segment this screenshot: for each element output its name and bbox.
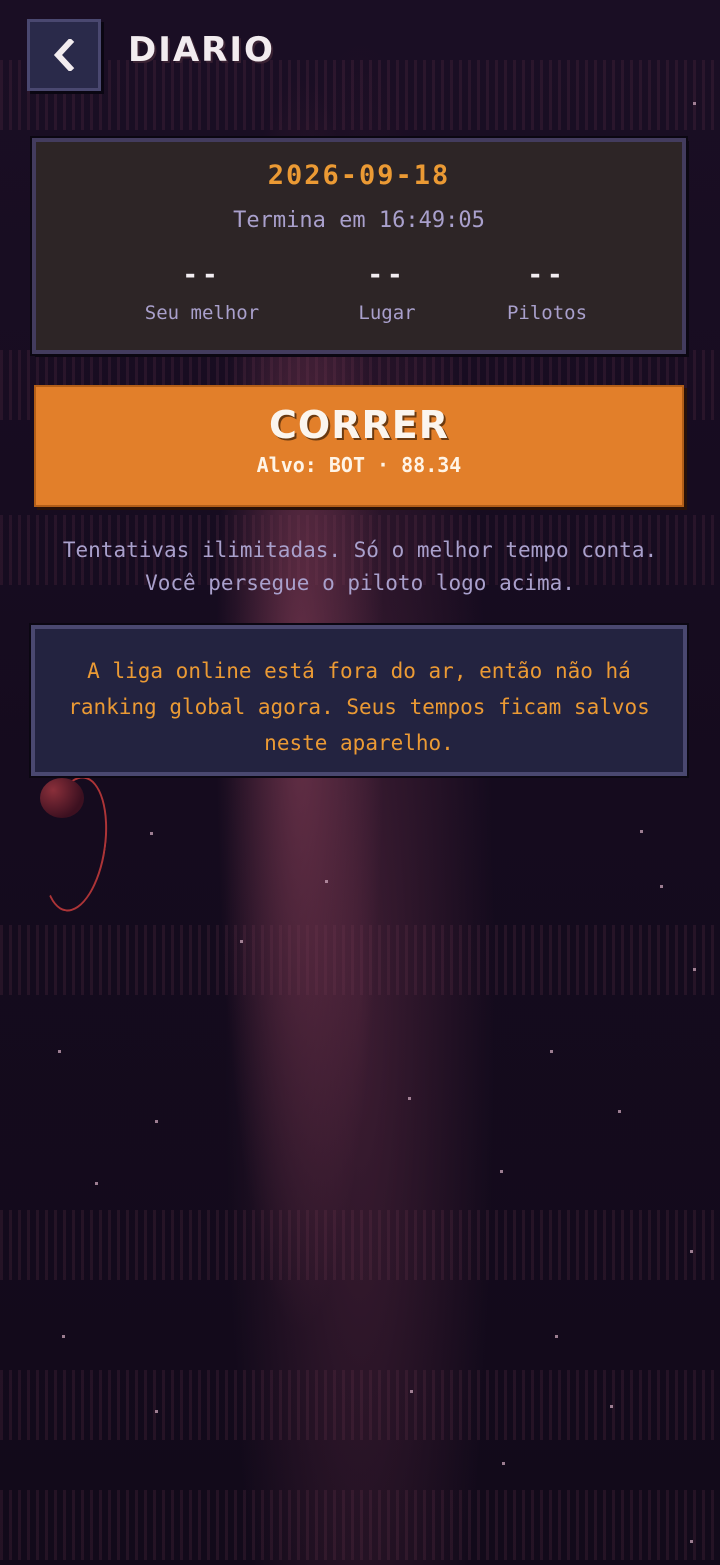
back-button[interactable] bbox=[27, 19, 101, 91]
star bbox=[660, 885, 663, 888]
run-button-target: Alvo: BOT · 88.34 bbox=[256, 453, 462, 477]
stat-value: -- bbox=[182, 260, 222, 290]
dust-band bbox=[0, 1210, 720, 1280]
stat-label: Seu melhor bbox=[144, 302, 260, 324]
page-title: DIARIO bbox=[128, 30, 275, 70]
star bbox=[550, 1050, 553, 1053]
dust-band bbox=[0, 60, 720, 130]
stat-best: -- Seu melhor bbox=[102, 260, 302, 324]
run-button-label: CORRER bbox=[269, 403, 449, 447]
star bbox=[95, 1182, 98, 1185]
info-line: Você persegue o piloto logo acima. bbox=[145, 571, 575, 595]
attempts-info: Tentativas ilimitadas. Só o melhor tempo… bbox=[0, 534, 720, 600]
star bbox=[610, 1405, 613, 1408]
star bbox=[640, 830, 643, 833]
challenge-date: 2026-09-18 bbox=[267, 160, 451, 191]
star bbox=[62, 1335, 65, 1338]
star bbox=[693, 968, 696, 971]
offline-notice: A liga online está fora do ar, então não… bbox=[31, 625, 687, 776]
run-button[interactable]: CORRER Alvo: BOT · 88.34 bbox=[34, 385, 684, 507]
star bbox=[690, 1540, 693, 1543]
dust-band bbox=[0, 925, 720, 995]
star bbox=[690, 1250, 693, 1253]
daily-challenge-card: 2026-09-18 Termina em 16:49:05 -- Seu me… bbox=[32, 138, 686, 354]
star bbox=[502, 1462, 505, 1465]
countdown-timer: Termina em 16:49:05 bbox=[233, 208, 485, 233]
dust-band bbox=[0, 1490, 720, 1560]
star bbox=[555, 1335, 558, 1338]
info-line: Tentativas ilimitadas. Só o melhor tempo… bbox=[62, 538, 658, 562]
star bbox=[693, 102, 696, 105]
notice-text: A liga online está fora do ar, então não… bbox=[68, 659, 650, 755]
star bbox=[500, 1170, 503, 1173]
planet-body bbox=[40, 778, 84, 818]
star bbox=[408, 1097, 411, 1100]
chevron-left-icon bbox=[53, 39, 75, 71]
star bbox=[240, 940, 243, 943]
star bbox=[155, 1410, 158, 1413]
star bbox=[155, 1120, 158, 1123]
star bbox=[150, 832, 153, 835]
stat-value: -- bbox=[527, 260, 567, 290]
stat-label: Pilotos bbox=[506, 302, 588, 324]
star bbox=[325, 880, 328, 883]
star bbox=[58, 1050, 61, 1053]
star bbox=[618, 1110, 621, 1113]
stat-pilots: -- Pilotos bbox=[447, 260, 647, 324]
star bbox=[410, 1390, 413, 1393]
